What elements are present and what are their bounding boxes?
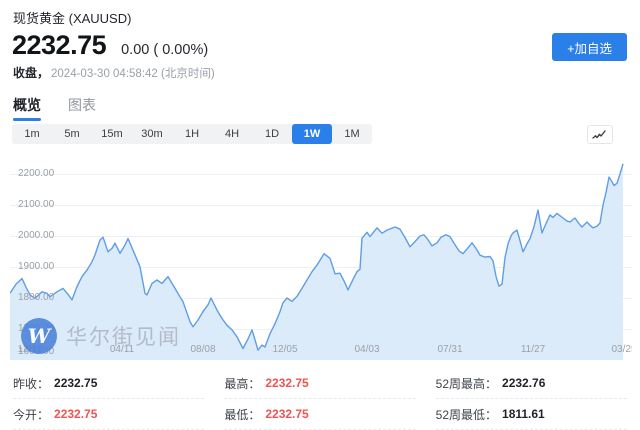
tab-chart[interactable]: 图表	[68, 95, 96, 123]
stat-label: 今开：	[13, 406, 49, 423]
stat-label: 昨收：	[13, 375, 49, 392]
y-axis-label: 1900.00	[18, 261, 54, 272]
tabs: 概览 图表	[13, 95, 96, 123]
stat-low: 最低： 2232.75	[224, 399, 415, 430]
timeframe-4H[interactable]: 4H	[212, 124, 252, 144]
y-axis-label: 2100.00	[18, 199, 54, 210]
market-status-row: 收盘， 2024-03-30 04:58:42 (北京时间)	[13, 64, 215, 81]
line-chart-icon	[592, 129, 608, 141]
stat-value: 2232.76	[502, 376, 545, 390]
add-watchlist-button[interactable]: +加自选	[552, 33, 627, 61]
brand-name: 华尔街见闻	[66, 321, 181, 351]
stat-label: 最高：	[224, 375, 260, 392]
stat-high: 最高： 2232.75	[224, 368, 415, 399]
active-tab-underline	[13, 118, 41, 121]
x-axis-label: 04/03	[354, 344, 379, 355]
y-axis-label: 2000.00	[18, 230, 54, 241]
x-axis-label: 03/25	[611, 344, 632, 355]
stat-week52-low: 52周最低： 1811.61	[436, 399, 627, 430]
timeframe-30m[interactable]: 30m	[132, 124, 172, 144]
timeframe-1M[interactable]: 1M	[332, 124, 372, 144]
price-change: 0.00 ( 0.00%)	[121, 42, 208, 58]
timeframe-1D[interactable]: 1D	[252, 124, 292, 144]
timeframe-group: 1m5m15m30m1H4H1D1W1M	[12, 124, 372, 144]
stat-open: 今开： 2232.75	[13, 399, 204, 430]
stat-label: 52周最高：	[436, 375, 497, 392]
stat-label: 52周最低：	[436, 406, 497, 423]
chart-plot[interactable]: W 华尔街见闻 2200.00 2100.00 2000.00 1900.00 1800…	[10, 150, 632, 362]
stat-week52-high: 52周最高： 2232.76	[436, 368, 627, 399]
x-axis-label: 08/08	[190, 344, 215, 355]
timeframe-5m[interactable]: 5m	[52, 124, 92, 144]
quote-timestamp: 2024-03-30 04:58:42 (北京时间)	[51, 65, 215, 81]
timeframe-1W[interactable]: 1W	[292, 124, 332, 144]
stat-value: 2232.75	[265, 407, 308, 421]
instrument-title: 现货黄金 (XAUUSD)	[13, 8, 131, 27]
stat-value: 2232.75	[54, 376, 97, 390]
timeframe-1m[interactable]: 1m	[12, 124, 52, 144]
x-axis-label: 12/05	[272, 344, 297, 355]
y-axis-label: 2200.00	[18, 168, 54, 179]
tab-overview[interactable]: 概览	[13, 95, 41, 123]
stat-value: 1811.61	[502, 407, 545, 421]
tab-label: 图表	[68, 97, 96, 113]
stat-value: 2232.75	[265, 376, 308, 390]
price-row: 2232.75 0.00 ( 0.00%)	[12, 30, 208, 61]
stat-prev-close: 昨收： 2232.75	[13, 368, 204, 399]
tab-label: 概览	[13, 97, 41, 113]
last-price: 2232.75	[12, 30, 106, 61]
x-axis-label: 07/31	[437, 344, 462, 355]
x-axis-label: 11/27	[521, 344, 545, 355]
market-status-label: 收盘，	[13, 64, 49, 81]
y-axis-label: 1800.00	[18, 292, 54, 303]
brand-logo-icon: W	[21, 318, 57, 354]
timeframe-15m[interactable]: 15m	[92, 124, 132, 144]
chart-style-button[interactable]	[587, 125, 613, 144]
stat-value: 2232.75	[54, 407, 97, 421]
stats-grid: 昨收： 2232.75 最高： 2232.75 52周最高： 2232.76 今开： 2232…	[0, 368, 640, 430]
timeframe-1H[interactable]: 1H	[172, 124, 212, 144]
stat-label: 最低：	[224, 406, 260, 423]
watermark: W 华尔街见闻	[21, 318, 181, 354]
